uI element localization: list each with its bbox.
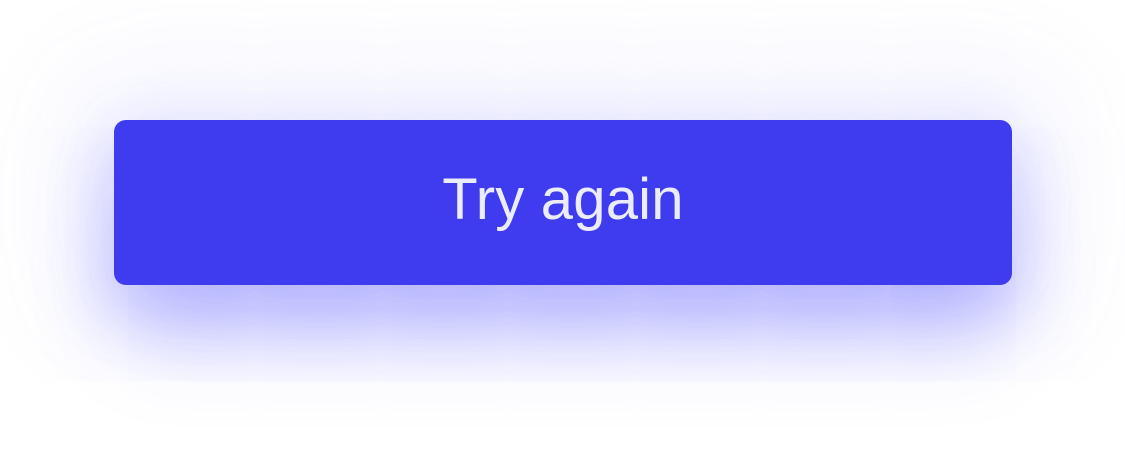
try-again-button[interactable]: Try again [114,120,1012,285]
